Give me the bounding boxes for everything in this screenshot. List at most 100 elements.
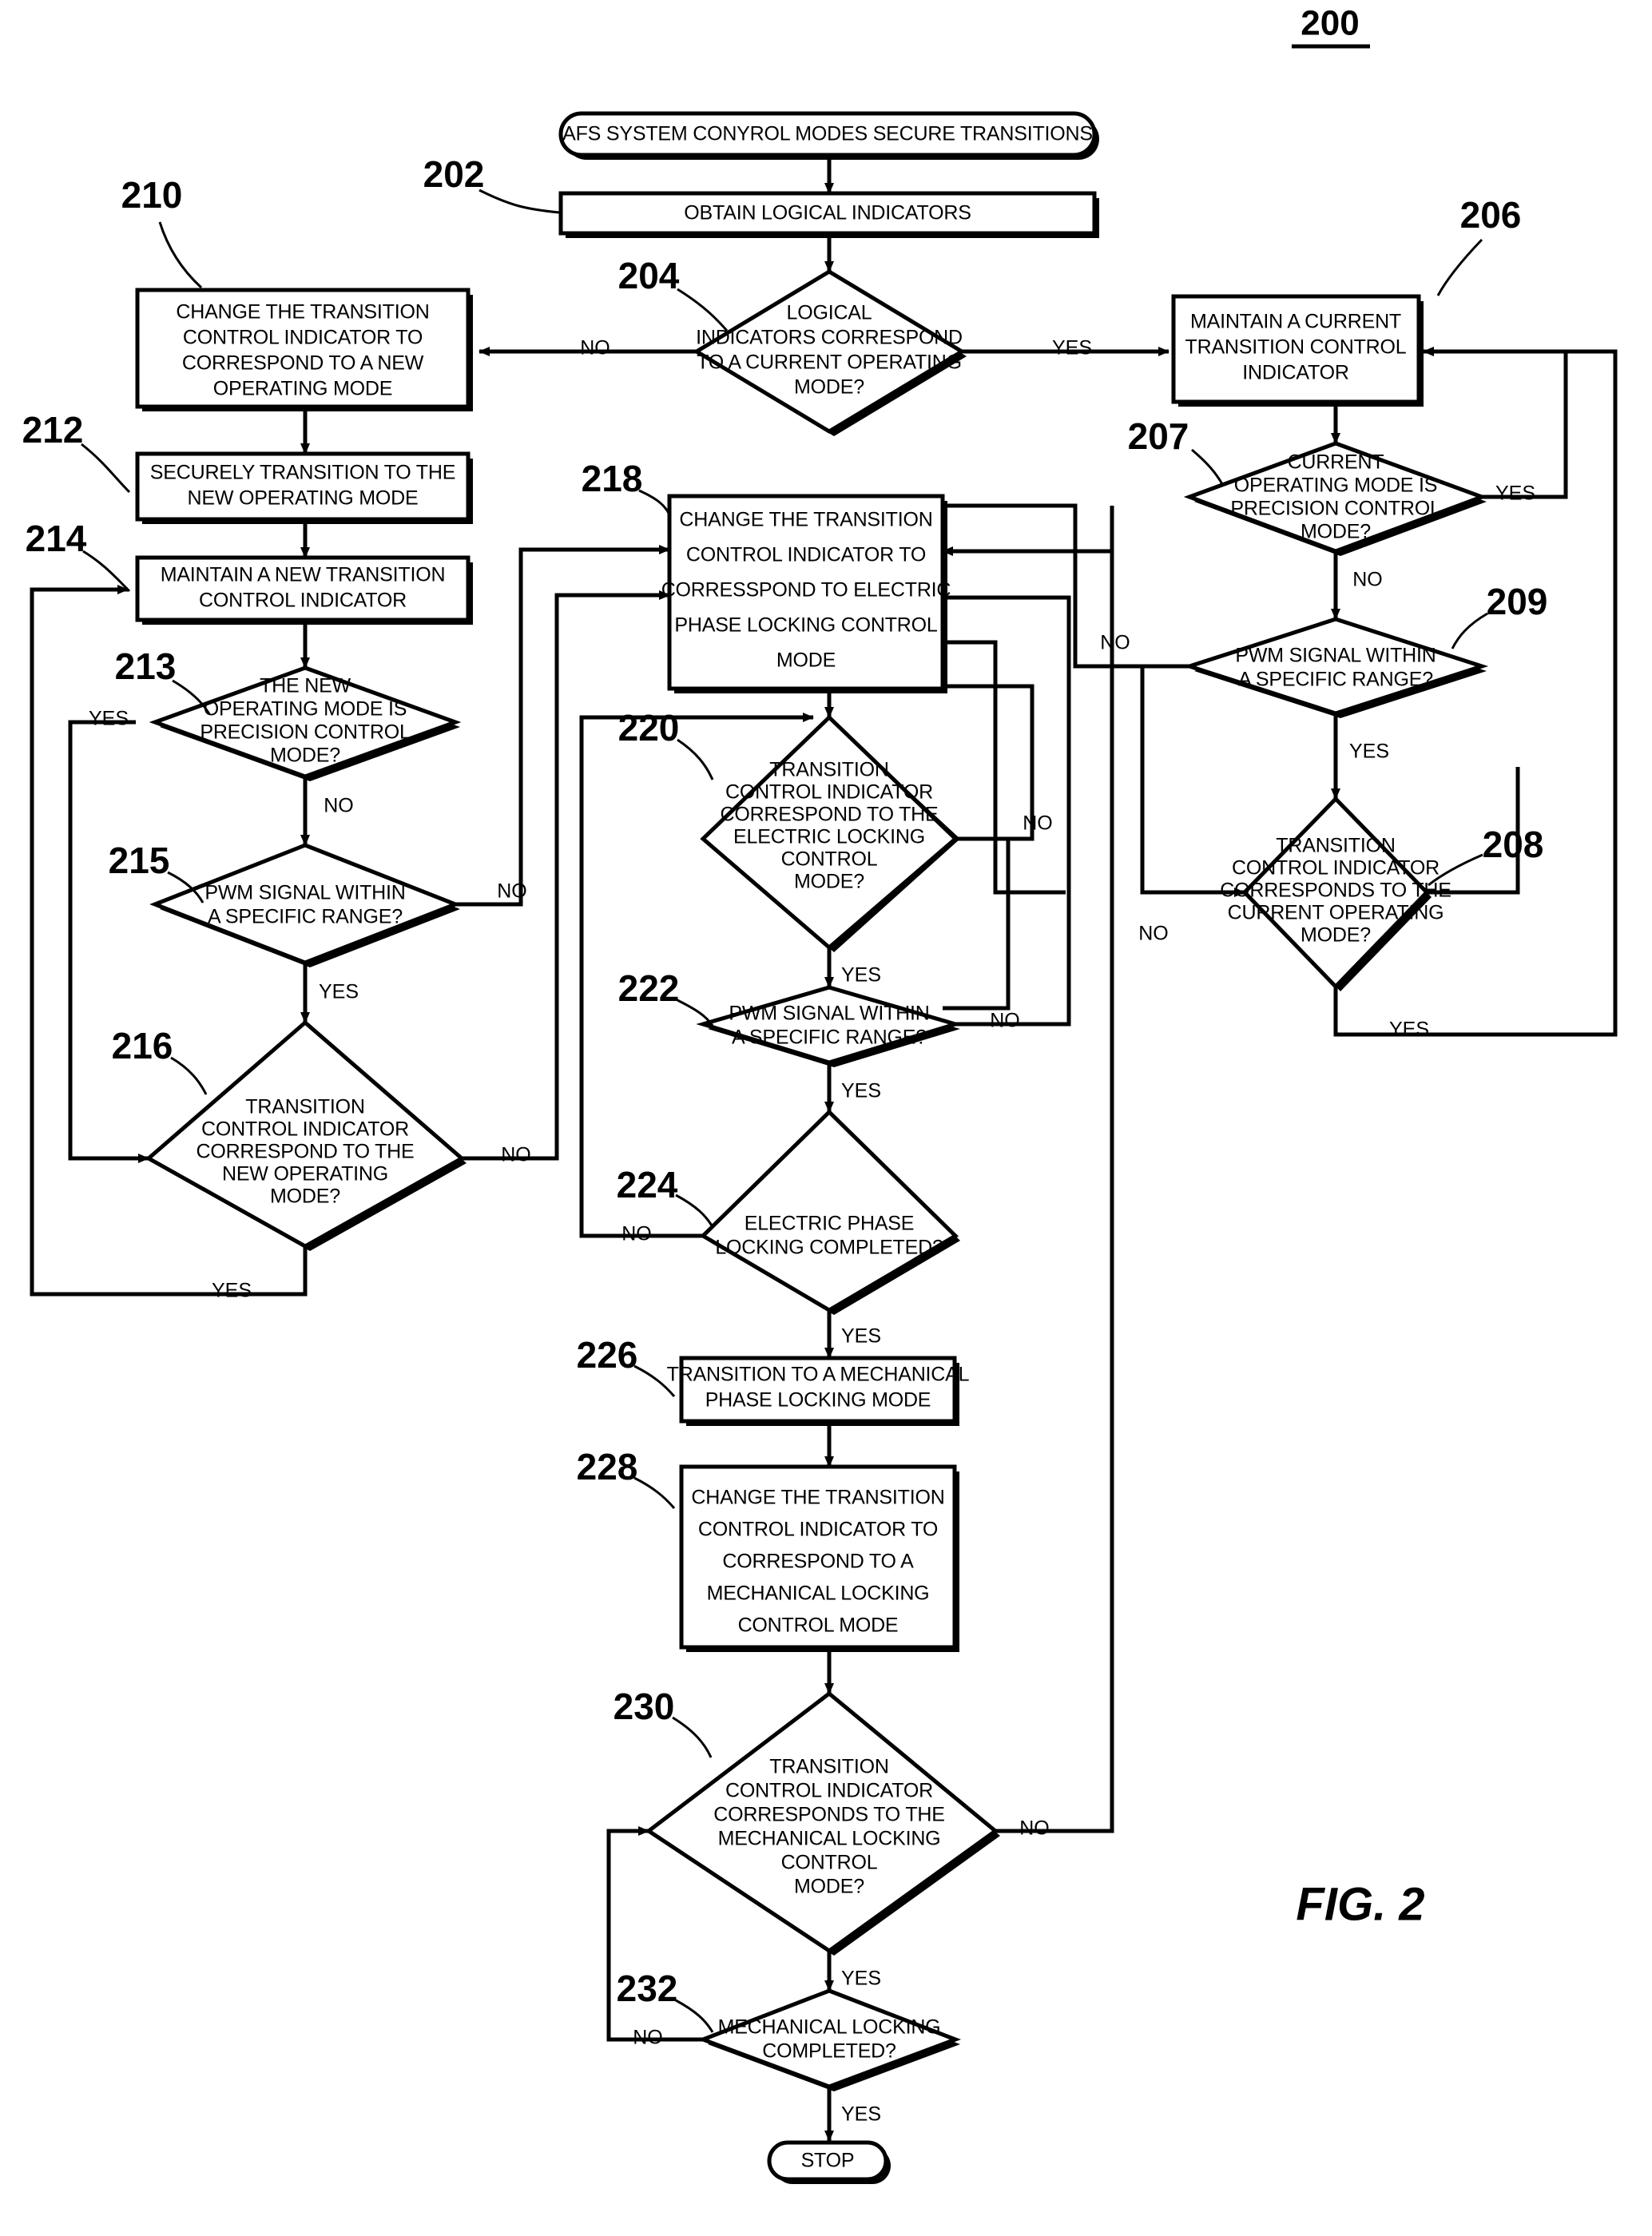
svg-text:CONTROL INDICATOR: CONTROL INDICATOR [725,781,933,804]
node-202-label: OBTAIN LOGICAL INDICATORS [684,202,971,224]
edge-label-209-no: NO [1100,632,1130,654]
svg-text:CONTROL INDICATOR: CONTROL INDICATOR [201,1118,409,1141]
svg-text:PWM SIGNAL WITHIN: PWM SIGNAL WITHIN [205,882,405,904]
svg-text:PHASE LOCKING MODE: PHASE LOCKING MODE [705,1389,931,1412]
node-222: PWM SIGNAL WITHIN A SPECIFIC RANGE? [696,985,963,1067]
svg-text:OPERATING MODE IS: OPERATING MODE IS [204,698,407,721]
edge-label-208-no: NO [1138,923,1169,945]
svg-text:214: 214 [26,518,87,559]
ref-222: 222 [618,967,714,1027]
svg-text:CORRESSPOND TO ELECTRIC: CORRESSPOND TO ELECTRIC [661,579,951,602]
svg-text:A SPECIFIC RANGE?: A SPECIFIC RANGE? [1238,669,1433,691]
svg-text:207: 207 [1128,415,1189,457]
svg-text:MODE?: MODE? [270,745,340,767]
node-202: OBTAIN LOGICAL INDICATORS [558,191,1099,238]
figure-number: 200 [1292,4,1370,49]
ref-216: 216 [112,1025,208,1095]
svg-text:CORRESPOND TO A: CORRESPOND TO A [722,1551,914,1573]
svg-text:TRANSITION: TRANSITION [1276,835,1395,857]
svg-text:CONTROL INDICATOR: CONTROL INDICATOR [199,590,407,612]
edge-label-220-no: NO [1023,812,1053,835]
node-232: MECHANICAL LOCKING COMPLETED? [697,1988,962,2091]
ref-230: 230 [614,1686,713,1758]
svg-text:208: 208 [1483,824,1544,865]
svg-text:CORRESPONDS TO THE: CORRESPONDS TO THE [1220,880,1451,902]
svg-text:ELECTRIC PHASE: ELECTRIC PHASE [745,1213,915,1235]
node-208: TRANSITION CONTROL INDICATOR CORRESPONDS… [1220,796,1451,991]
svg-text:MODE?: MODE? [794,376,864,399]
svg-text:INDICATORS CORRESPOND: INDICATORS CORRESPOND [696,327,963,349]
svg-text:PRECISION CONTROL: PRECISION CONTROL [1230,498,1441,520]
node-215: PWM SIGNAL WITHIN A SPECIFIC RANGE? [149,843,461,967]
node-218: CHANGE THE TRANSITION CONTROL INDICATOR … [661,494,951,693]
svg-text:MODE?: MODE? [794,1876,864,1898]
svg-text:NEW OPERATING: NEW OPERATING [222,1163,388,1186]
node-213: THE NEW OPERATING MODE IS PRECISION CONT… [149,665,462,781]
edge-label-207-no: NO [1352,569,1383,591]
ref-202: 202 [423,153,560,214]
node-209: PWM SIGNAL WITHIN A SPECIFIC RANGE? [1182,617,1489,718]
svg-text:MODE?: MODE? [794,871,864,893]
edge-label-232-yes: YES [841,2103,881,2126]
edge-label-230-yes: YES [841,1968,881,1990]
svg-text:224: 224 [617,1164,678,1205]
svg-text:MODE: MODE [776,649,836,672]
node-206: MAINTAIN A CURRENT TRANSITION CONTROL IN… [1171,294,1424,407]
svg-text:TRANSITION: TRANSITION [769,1756,888,1778]
svg-text:MAINTAIN A CURRENT: MAINTAIN A CURRENT [1190,311,1401,333]
svg-text:CONTROL INDICATOR TO: CONTROL INDICATOR TO [698,1519,938,1541]
node-212: SECURELY TRANSITION TO THE NEW OPERATING… [135,451,473,524]
node-226: TRANSITION TO A MECHANICAL PHASE LOCKING… [667,1356,970,1426]
svg-text:213: 213 [115,645,177,687]
edge-label-215-no: NO [497,880,527,903]
svg-text:CONTROL MODE: CONTROL MODE [738,1614,899,1637]
ref-228: 228 [577,1446,676,1509]
svg-text:CHANGE THE TRANSITION: CHANGE THE TRANSITION [176,301,429,324]
svg-text:LOCKING COMPLETED?: LOCKING COMPLETED? [715,1237,943,1259]
svg-text:A SPECIFIC RANGE?: A SPECIFIC RANGE? [208,906,403,928]
node-204: LOGICAL INDICATORS CORRESPOND TO A CURRE… [693,269,967,436]
svg-text:218: 218 [582,458,643,499]
svg-text:COMPLETED?: COMPLETED? [762,2040,895,2063]
ref-232: 232 [617,1968,714,2033]
svg-text:PWM SIGNAL WITHIN: PWM SIGNAL WITHIN [729,1003,929,1025]
svg-text:MODE?: MODE? [270,1186,340,1208]
node-start: AFS SYSTEM CONYROL MODES SECURE TRANSITI… [558,111,1099,160]
svg-text:LOGICAL: LOGICAL [787,302,872,324]
svg-text:A SPECIFIC RANGE?: A SPECIFIC RANGE? [732,1027,927,1049]
svg-text:216: 216 [112,1025,173,1066]
ref-204: 204 [618,255,729,332]
svg-text:OPERATING MODE: OPERATING MODE [213,378,393,400]
svg-text:209: 209 [1487,581,1548,622]
svg-text:MECHANICAL LOCKING: MECHANICAL LOCKING [707,1583,930,1605]
svg-text:220: 220 [618,707,680,749]
svg-text:MAINTAIN A NEW TRANSITION: MAINTAIN A NEW TRANSITION [161,564,446,586]
edge-label-204-no: NO [580,337,610,359]
edge-label-220-yes: YES [841,964,881,987]
svg-text:SECURELY TRANSITION TO THE: SECURELY TRANSITION TO THE [150,462,455,484]
node-228: CHANGE THE TRANSITION CONTROL INDICATOR … [679,1464,959,1652]
svg-text:212: 212 [22,409,84,451]
edge-label-222-no: NO [990,1010,1020,1032]
svg-text:OPERATING MODE IS: OPERATING MODE IS [1234,475,1438,497]
edge-label-230-no: NO [1019,1817,1050,1840]
ref-212: 212 [22,409,131,494]
node-216: TRANSITION CONTROL INDICATOR CORRESPOND … [145,1019,467,1251]
edge-label-213-yes: YES [89,708,129,730]
svg-text:MODE?: MODE? [1301,521,1371,543]
svg-text:204: 204 [618,255,680,296]
edge-label-224-yes: YES [841,1325,881,1348]
ref-218: 218 [582,458,671,515]
node-207: CURRENT OPERATING MODE IS PRECISION CONT… [1183,441,1488,556]
edge-label-208-yes: YES [1389,1019,1429,1041]
svg-text:CONTROL INDICATOR: CONTROL INDICATOR [1232,857,1440,880]
edge-label-224-no: NO [621,1223,652,1245]
edge-label-216-no: NO [501,1144,531,1166]
ref-207: 207 [1128,415,1224,485]
node-stop-label: STOP [801,2150,855,2172]
svg-text:CONTROL: CONTROL [781,848,878,871]
svg-text:CORRESPOND TO THE: CORRESPOND TO THE [720,804,938,826]
edge-label-213-no: NO [324,795,354,817]
svg-text:TRANSITION TO A MECHANICAL: TRANSITION TO A MECHANICAL [667,1364,970,1386]
svg-text:MODE?: MODE? [1301,924,1371,947]
